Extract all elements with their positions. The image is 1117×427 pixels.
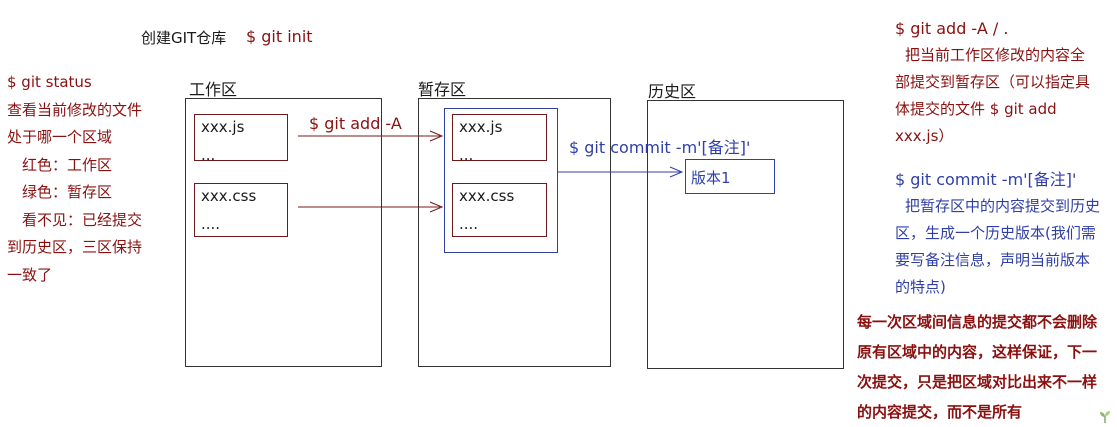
commit-note-command: $ git commit -m'[备注]' bbox=[895, 170, 1077, 189]
principle-note: 每一次区域间信息的提交都不会删除 原有区域中的内容，这样保证，下一 次提交，只是… bbox=[857, 307, 1097, 427]
add-note-line: 体提交的文件 $ git add bbox=[895, 100, 1057, 118]
sprout-icon bbox=[1100, 411, 1110, 423]
principle-line: 的内容提交，而不是所有 bbox=[857, 403, 1023, 421]
git-commit-label: $ git commit -m'[备注]' bbox=[569, 138, 751, 157]
add-note-line: 部提交到暂存区（可以指定具 bbox=[895, 73, 1091, 91]
principle-line: 原有区域中的内容，这样保证，下一 bbox=[857, 343, 1098, 361]
principle-line: 每一次区域间信息的提交都不会删除 bbox=[857, 313, 1098, 331]
add-note: $ git add -A / . 把当前工作区修改的内容全 部提交到暂存区（可以… bbox=[895, 15, 1090, 150]
commit-note-line: 的特点) bbox=[895, 278, 946, 296]
commit-note: $ git commit -m'[备注]' 把暂存区中的内容提交到历史 区，生成… bbox=[895, 166, 1100, 301]
commit-note-line: 要写备注信息，声明当前版本 bbox=[895, 251, 1091, 269]
commit-note-line: 把暂存区中的内容提交到历史 bbox=[905, 197, 1101, 215]
git-add-label: $ git add -A bbox=[309, 114, 402, 133]
principle-line: 次提交，只是把区域对比出来不一样 bbox=[857, 373, 1098, 391]
add-note-line: xxx.js） bbox=[895, 127, 954, 145]
add-note-command: $ git add -A / . bbox=[895, 19, 1009, 38]
commit-note-line: 区，生成一个历史版本(我们需 bbox=[895, 224, 1096, 242]
add-note-line: 把当前工作区修改的内容全 bbox=[905, 46, 1086, 64]
